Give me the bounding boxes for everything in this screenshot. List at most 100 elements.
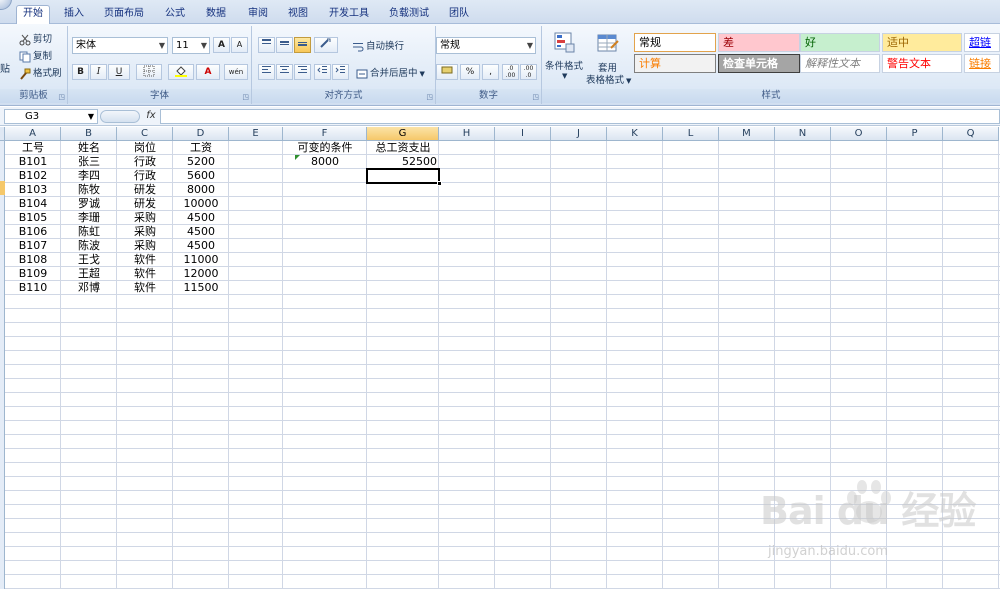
decrease-decimal-button[interactable]: .00 .0 (520, 64, 537, 80)
cell-g1[interactable]: 总工资支出 (367, 141, 439, 155)
header-cell[interactable]: 工号 (5, 141, 61, 155)
office-button[interactable] (0, 0, 12, 10)
table-cell[interactable]: 软件 (117, 267, 173, 281)
table-cell[interactable]: 陈波 (61, 239, 117, 253)
tab-home[interactable]: 开始 (16, 5, 50, 24)
column-header-e[interactable]: E (229, 127, 283, 141)
table-cell[interactable]: 罗诚 (61, 197, 117, 211)
style-warning[interactable]: 警告文本 (882, 54, 962, 73)
align-right-button[interactable] (294, 64, 311, 80)
table-cell[interactable]: 陈牧 (61, 183, 117, 197)
formula-bar-splitter[interactable] (100, 110, 140, 123)
phonetic-button[interactable]: wén (224, 64, 248, 80)
table-cell[interactable]: 11500 (173, 281, 229, 295)
alignment-dialog-launcher[interactable]: ◳ (426, 93, 433, 101)
table-cell[interactable]: B102 (5, 169, 61, 183)
increase-indent-button[interactable] (332, 64, 349, 80)
name-box[interactable]: G3 ▼ (4, 109, 98, 124)
column-header-i[interactable]: I (495, 127, 551, 141)
paste-button[interactable]: 贴 (0, 60, 10, 75)
header-cell[interactable]: 工资 (173, 141, 229, 155)
column-header-h[interactable]: H (439, 127, 495, 141)
grow-font-button[interactable]: A (213, 37, 230, 53)
table-cell[interactable]: 软件 (117, 253, 173, 267)
align-middle-button[interactable] (276, 37, 293, 53)
copy-button[interactable]: 复制 (19, 48, 52, 63)
merge-center-button[interactable]: 合并后居中 ▼ (356, 65, 425, 80)
header-cell[interactable]: 姓名 (61, 141, 117, 155)
style-explanatory[interactable]: 解释性文本 (800, 54, 880, 73)
table-cell[interactable]: 采购 (117, 211, 173, 225)
column-header-a[interactable]: A (5, 127, 61, 141)
active-cell-g3[interactable] (366, 168, 442, 186)
font-dialog-launcher[interactable]: ◳ (242, 93, 249, 101)
tab-view[interactable]: 视图 (283, 6, 313, 24)
column-header-m[interactable]: M (719, 127, 775, 141)
column-header-j[interactable]: J (551, 127, 607, 141)
clipboard-dialog-launcher[interactable]: ◳ (58, 93, 65, 101)
table-cell[interactable]: 王超 (61, 267, 117, 281)
style-neutral[interactable]: 适中 (882, 33, 962, 52)
format-painter-button[interactable]: 格式刷 (19, 65, 62, 80)
italic-button[interactable]: I (90, 64, 107, 80)
number-format-combo[interactable]: 常规 ▼ (436, 37, 536, 54)
insert-function-button[interactable]: fx (143, 109, 159, 124)
table-cell[interactable]: 10000 (173, 197, 229, 211)
tab-developer[interactable]: 开发工具 (325, 6, 373, 24)
table-cell[interactable]: 5600 (173, 169, 229, 183)
table-cell[interactable]: 行政 (117, 155, 173, 169)
table-cell[interactable]: B105 (5, 211, 61, 225)
table-cell[interactable]: B109 (5, 267, 61, 281)
tab-load-test[interactable]: 负载测试 (385, 6, 433, 24)
align-top-button[interactable] (258, 37, 275, 53)
table-cell[interactable]: B101 (5, 155, 61, 169)
number-dialog-launcher[interactable]: ◳ (532, 93, 539, 101)
cell-f1[interactable]: 可变的条件 (283, 141, 367, 155)
cell-f2[interactable]: 8000 (283, 155, 367, 169)
borders-button[interactable] (136, 64, 162, 80)
formula-input[interactable] (160, 109, 1000, 124)
cut-button[interactable]: 剪切 (19, 31, 52, 46)
table-cell[interactable]: B107 (5, 239, 61, 253)
column-header-p[interactable]: P (887, 127, 943, 141)
style-calculation[interactable]: 计算 (634, 54, 716, 73)
column-header-f[interactable]: F (283, 127, 367, 141)
table-cell[interactable]: B110 (5, 281, 61, 295)
table-cell[interactable]: 4500 (173, 225, 229, 239)
table-cell[interactable]: B104 (5, 197, 61, 211)
accounting-format-button[interactable] (436, 64, 458, 80)
orientation-button[interactable] (314, 37, 338, 53)
table-cell[interactable]: 11000 (173, 253, 229, 267)
comma-style-button[interactable]: , (482, 64, 499, 80)
column-header-d[interactable]: D (173, 127, 229, 141)
table-cell[interactable]: 8000 (173, 183, 229, 197)
tab-insert[interactable]: 插入 (58, 6, 90, 24)
style-linked-cell[interactable]: 链接单 (964, 54, 1000, 73)
table-cell[interactable]: 张三 (61, 155, 117, 169)
table-cell[interactable]: 邓博 (61, 281, 117, 295)
font-color-button[interactable]: A (196, 64, 220, 80)
table-cell[interactable]: 李珊 (61, 211, 117, 225)
table-cell[interactable]: B106 (5, 225, 61, 239)
underline-button[interactable]: U (108, 64, 130, 80)
column-header-g[interactable]: G (367, 127, 439, 141)
align-bottom-button[interactable] (294, 37, 311, 53)
table-cell[interactable]: 研发 (117, 197, 173, 211)
column-header-k[interactable]: K (607, 127, 663, 141)
tab-review[interactable]: 审阅 (243, 6, 273, 24)
style-check-cell[interactable]: 检查单元格 (718, 54, 800, 73)
table-cell[interactable]: 5200 (173, 155, 229, 169)
fill-handle[interactable] (437, 181, 442, 186)
tab-formulas[interactable]: 公式 (160, 6, 190, 24)
column-header-b[interactable]: B (61, 127, 117, 141)
table-cell[interactable]: 研发 (117, 183, 173, 197)
conditional-format-button[interactable]: 条件格式 (545, 58, 583, 72)
align-center-button[interactable] (276, 64, 293, 80)
table-cell[interactable]: 4500 (173, 239, 229, 253)
font-size-combo[interactable]: 11 ▼ (172, 37, 210, 54)
table-cell[interactable]: 4500 (173, 211, 229, 225)
table-cell[interactable]: B103 (5, 183, 61, 197)
table-cell[interactable]: 行政 (117, 169, 173, 183)
style-good[interactable]: 好 (800, 33, 880, 52)
decrease-indent-button[interactable] (314, 64, 331, 80)
